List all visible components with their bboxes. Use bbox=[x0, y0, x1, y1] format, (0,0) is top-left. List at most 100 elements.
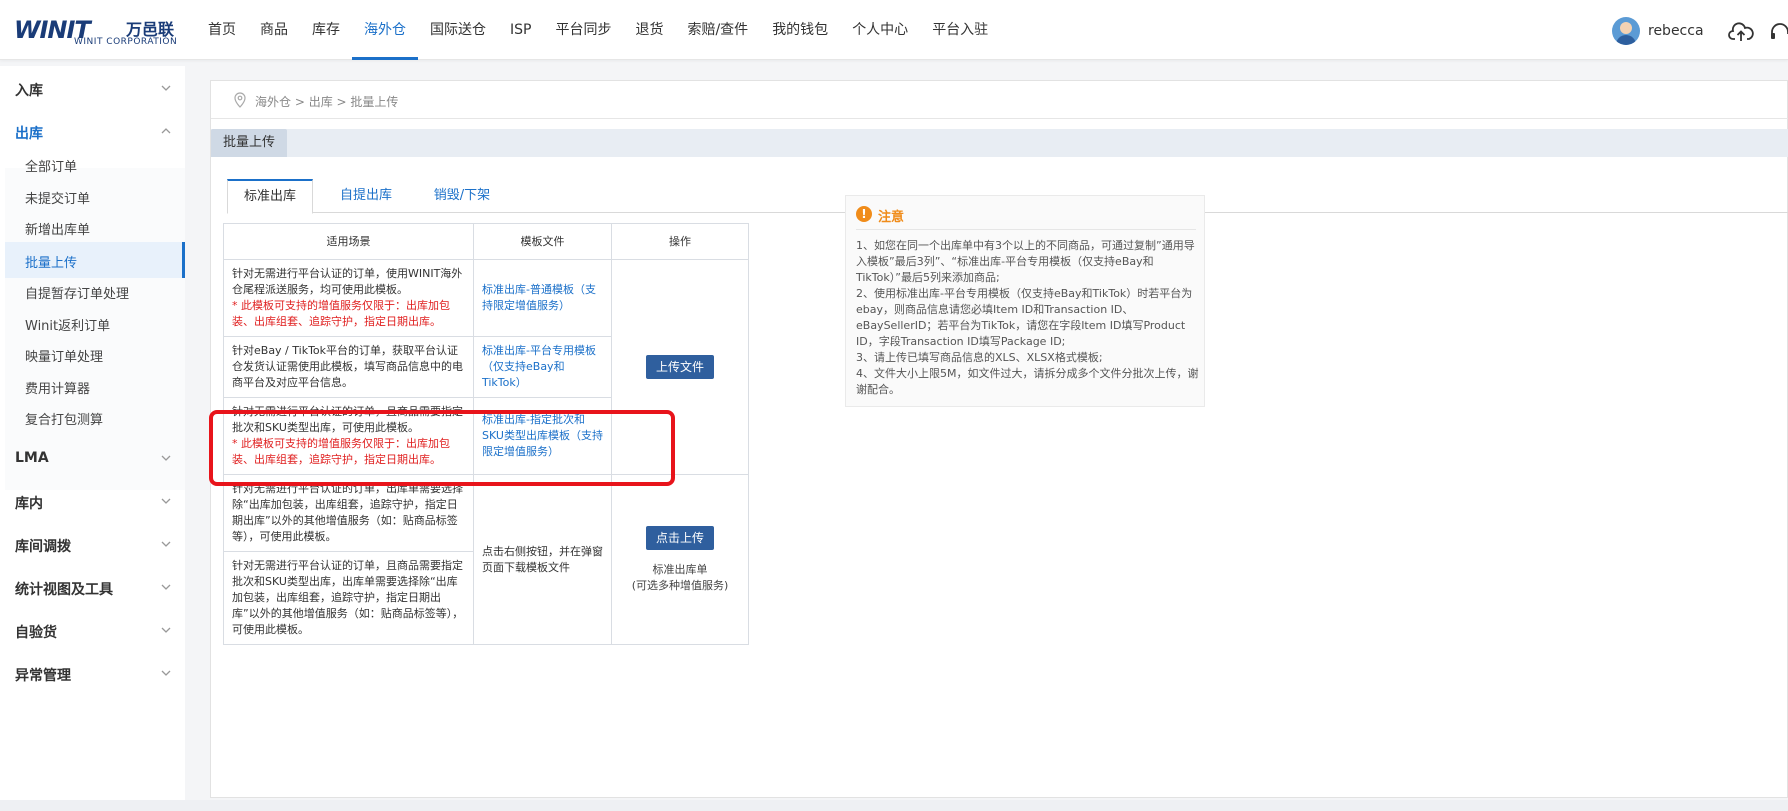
chevron-down-icon bbox=[161, 541, 171, 547]
nav-international-shipping[interactable]: 国际送仓 bbox=[418, 0, 498, 60]
upload-file-button[interactable]: 上传文件 bbox=[645, 355, 714, 379]
tab-standard-outbound[interactable]: 标准出库 bbox=[227, 179, 313, 214]
sidebar-group-lma[interactable]: LMA bbox=[0, 438, 185, 478]
main-content: 海外仓 > 出库 > 批量上传 批量上传 标准出库 自提出库 销毁/下架 适用场… bbox=[209, 80, 1788, 798]
sidebar-item-label: 复合打包测算 bbox=[25, 413, 104, 428]
scene-cell: 针对eBay / TikTok平台的订单，获取平台认证仓发货认证需使用此模板，填… bbox=[223, 336, 474, 398]
sidebar-item-label: 批量上传 bbox=[25, 256, 78, 271]
nav-platform-sync[interactable]: 平台同步 bbox=[543, 0, 623, 60]
chevron-down-icon bbox=[161, 498, 171, 504]
sidebar-group-label: 入库 bbox=[15, 83, 43, 99]
notice-title: 注意 bbox=[878, 210, 905, 225]
notice-item: 4、文件大小上限5M，如文件过大，请拆分成多个文件分批次上传，谢谢配合。 bbox=[856, 367, 1199, 396]
nav-returns[interactable]: 退货 bbox=[623, 0, 675, 60]
sidebar-group-outbound[interactable]: 出库 bbox=[0, 111, 185, 151]
scene-cell: 针对无需进行平台认证的订单，使用WINIT海外仓尾程派送服务，均可使用此模板。 … bbox=[223, 259, 474, 337]
scene-text: 针对无需进行平台认证的订单，且商品需要指定批次和SKU类型出库，出库单需要选择除… bbox=[232, 559, 464, 636]
chevron-down-icon bbox=[161, 455, 171, 461]
sidebar-item-label: 新增出库单 bbox=[25, 223, 91, 238]
avatar bbox=[1612, 17, 1640, 45]
template-cell: 标准出库-普通模板（支持限定增值服务） bbox=[473, 259, 612, 337]
main-nav: 首页 商品 库存 海外仓 国际送仓 ISP 平台同步 退货 索赔/查件 我的钱包… bbox=[196, 0, 1000, 60]
nav-claims[interactable]: 索赔/查件 bbox=[675, 0, 760, 60]
headset-icon[interactable] bbox=[1768, 20, 1788, 44]
notice-panel: ! 注意 1、如您在同一个出库单中有3个以上的不同商品，可通过复制”通用导入模板… bbox=[845, 195, 1205, 407]
nav-wallet[interactable]: 我的钱包 bbox=[760, 0, 840, 60]
operation-note-title: 标准出库单 bbox=[652, 562, 708, 576]
sidebar-group-label: 出库 bbox=[15, 126, 43, 142]
tab-destroy-delist[interactable]: 销毁/下架 bbox=[417, 179, 507, 213]
sidebar-group-in-warehouse[interactable]: 库内 bbox=[0, 481, 185, 521]
sidebar-group-inbound[interactable]: 入库 bbox=[0, 68, 185, 108]
sidebar-item-composite-packing[interactable]: 复合打包测算 bbox=[5, 399, 185, 435]
scene-text: 针对eBay / TikTok平台的订单，获取平台认证仓发货认证需使用此模板，填… bbox=[232, 344, 463, 389]
operation-note-subtitle: (可选多种增值服务) bbox=[631, 578, 729, 592]
chevron-up-icon bbox=[161, 128, 171, 134]
sidebar: 入库 出库 全部订单 未提交订单 新增出库单 批量上传 自提暂存订单处理 Win… bbox=[0, 66, 185, 800]
chevron-down-icon bbox=[161, 584, 171, 590]
sidebar-group-self-inspection[interactable]: 自验货 bbox=[0, 610, 185, 650]
template-link-platform[interactable]: 标准出库-平台专用模板（仅支持eBay和TikTok） bbox=[482, 344, 596, 389]
table-header-row: 适用场景 模板文件 操作 bbox=[223, 223, 749, 260]
chevron-down-icon bbox=[161, 670, 171, 676]
nav-overseas-warehouse[interactable]: 海外仓 bbox=[352, 0, 418, 60]
bottom-strip bbox=[0, 800, 1788, 811]
nav-platform-join[interactable]: 平台入驻 bbox=[920, 0, 1000, 60]
breadcrumb-trail: 海外仓 > 出库 > 批量上传 bbox=[255, 93, 398, 110]
operation-cell: 点击上传 标准出库单 (可选多种增值服务) bbox=[611, 474, 749, 645]
header-template: 模板文件 bbox=[473, 223, 612, 260]
sidebar-item-label: 映量订单处理 bbox=[25, 350, 104, 365]
notice-item: 3、请上传已填写商品信息的XLS、XLSX格式模板; bbox=[856, 351, 1103, 364]
sidebar-group-stats-tools[interactable]: 统计视图及工具 bbox=[0, 567, 185, 607]
sidebar-item-label: 全部订单 bbox=[25, 160, 78, 175]
winit-logo[interactable]: WINIT 万邑联 WINIT CORPORATION bbox=[14, 14, 184, 48]
scene-text: 针对无需进行平台认证的订单，使用WINIT海外仓尾程派送服务，均可使用此模板。 bbox=[232, 267, 463, 296]
cloud-upload-icon[interactable] bbox=[1728, 20, 1754, 44]
scene-text: 针对无需进行平台认证的订单，出库单需要选择除“出库加包装，出库组套，追踪守护，指… bbox=[232, 482, 463, 543]
breadcrumb-separator: > bbox=[291, 95, 309, 109]
click-upload-button[interactable]: 点击上传 bbox=[645, 525, 714, 550]
location-pin-icon bbox=[234, 92, 246, 108]
sidebar-item-all-orders[interactable]: 全部订单 bbox=[5, 146, 185, 182]
nav-inventory[interactable]: 库存 bbox=[300, 0, 352, 60]
sidebar-group-transfer[interactable]: 库间调拨 bbox=[0, 524, 185, 564]
breadcrumb-outbound[interactable]: 出库 bbox=[309, 95, 333, 109]
header-scene: 适用场景 bbox=[223, 223, 474, 260]
tab-self-pickup[interactable]: 自提出库 bbox=[323, 179, 409, 213]
nav-products[interactable]: 商品 bbox=[248, 0, 300, 60]
notice-item: 2、使用标准出库-平台专用模板（仅支持eBay和TikTok）时若平台为ebay… bbox=[856, 287, 1193, 348]
nav-home[interactable]: 首页 bbox=[196, 0, 248, 60]
nav-profile[interactable]: 个人中心 bbox=[840, 0, 920, 60]
sidebar-group-label: LMA bbox=[15, 450, 49, 466]
user-menu[interactable]: rebecca bbox=[1612, 16, 1704, 46]
exclamation-icon: ! bbox=[856, 206, 872, 222]
chevron-down-icon bbox=[161, 627, 171, 633]
panel-header: 批量上传 bbox=[211, 129, 1788, 157]
sidebar-item-label: Winit返利订单 bbox=[25, 319, 111, 334]
breadcrumb: 海外仓 > 出库 > 批量上传 bbox=[211, 81, 1788, 119]
sidebar-group-exceptions[interactable]: 异常管理 bbox=[0, 653, 185, 693]
template-link-standard[interactable]: 标准出库-普通模板（支持限定增值服务） bbox=[482, 283, 596, 312]
notice-body: 1、如您在同一个出库单中有3个以上的不同商品，可通过复制”通用导入模板”最后3列… bbox=[856, 238, 1200, 398]
username: rebecca bbox=[1648, 23, 1704, 39]
scene-warning: * 此模板可支持的增值服务仅限于：出库加包装、出库组套、追踪守护，指定日期出库。 bbox=[232, 299, 450, 328]
scene-cell: 针对无需进行平台认证的订单，且商品需要指定批次和SKU类型出库，出库单需要选择除… bbox=[223, 551, 474, 645]
sidebar-item-pickup-orders[interactable]: 自提暂存订单处理 bbox=[5, 273, 185, 309]
sidebar-item-label: 费用计算器 bbox=[25, 382, 91, 397]
breadcrumb-batch-upload: 批量上传 bbox=[350, 95, 399, 109]
logo-subtitle: WINIT CORPORATION bbox=[74, 37, 178, 47]
operation-note: 标准出库单 (可选多种增值服务) bbox=[620, 562, 740, 594]
nav-isp[interactable]: ISP bbox=[498, 0, 543, 60]
top-navbar: WINIT 万邑联 WINIT CORPORATION 首页 商品 库存 海外仓… bbox=[0, 0, 1788, 60]
breadcrumb-separator: > bbox=[332, 95, 351, 109]
sidebar-item-mapping-orders[interactable]: 映量订单处理 bbox=[5, 336, 185, 372]
breadcrumb-overseas[interactable]: 海外仓 bbox=[255, 95, 291, 109]
template-cell: 标准出库-平台专用模板（仅支持eBay和TikTok） bbox=[473, 336, 612, 398]
sidebar-item-label: 自提暂存订单处理 bbox=[25, 287, 130, 302]
sidebar-item-new-outbound[interactable]: 新增出库单 bbox=[5, 209, 185, 245]
table-row: 针对无需进行平台认证的订单，使用WINIT海外仓尾程派送服务，均可使用此模板。 … bbox=[223, 259, 749, 475]
sidebar-group-label: 异常管理 bbox=[15, 668, 71, 684]
template-cell-merged: 点击右侧按钮，并在弹窗页面下载模板文件 bbox=[473, 474, 612, 645]
notice-item: 1、如您在同一个出库单中有3个以上的不同商品，可通过复制”通用导入模板”最后3列… bbox=[856, 239, 1195, 284]
notice-header: ! 注意 bbox=[856, 206, 1196, 230]
